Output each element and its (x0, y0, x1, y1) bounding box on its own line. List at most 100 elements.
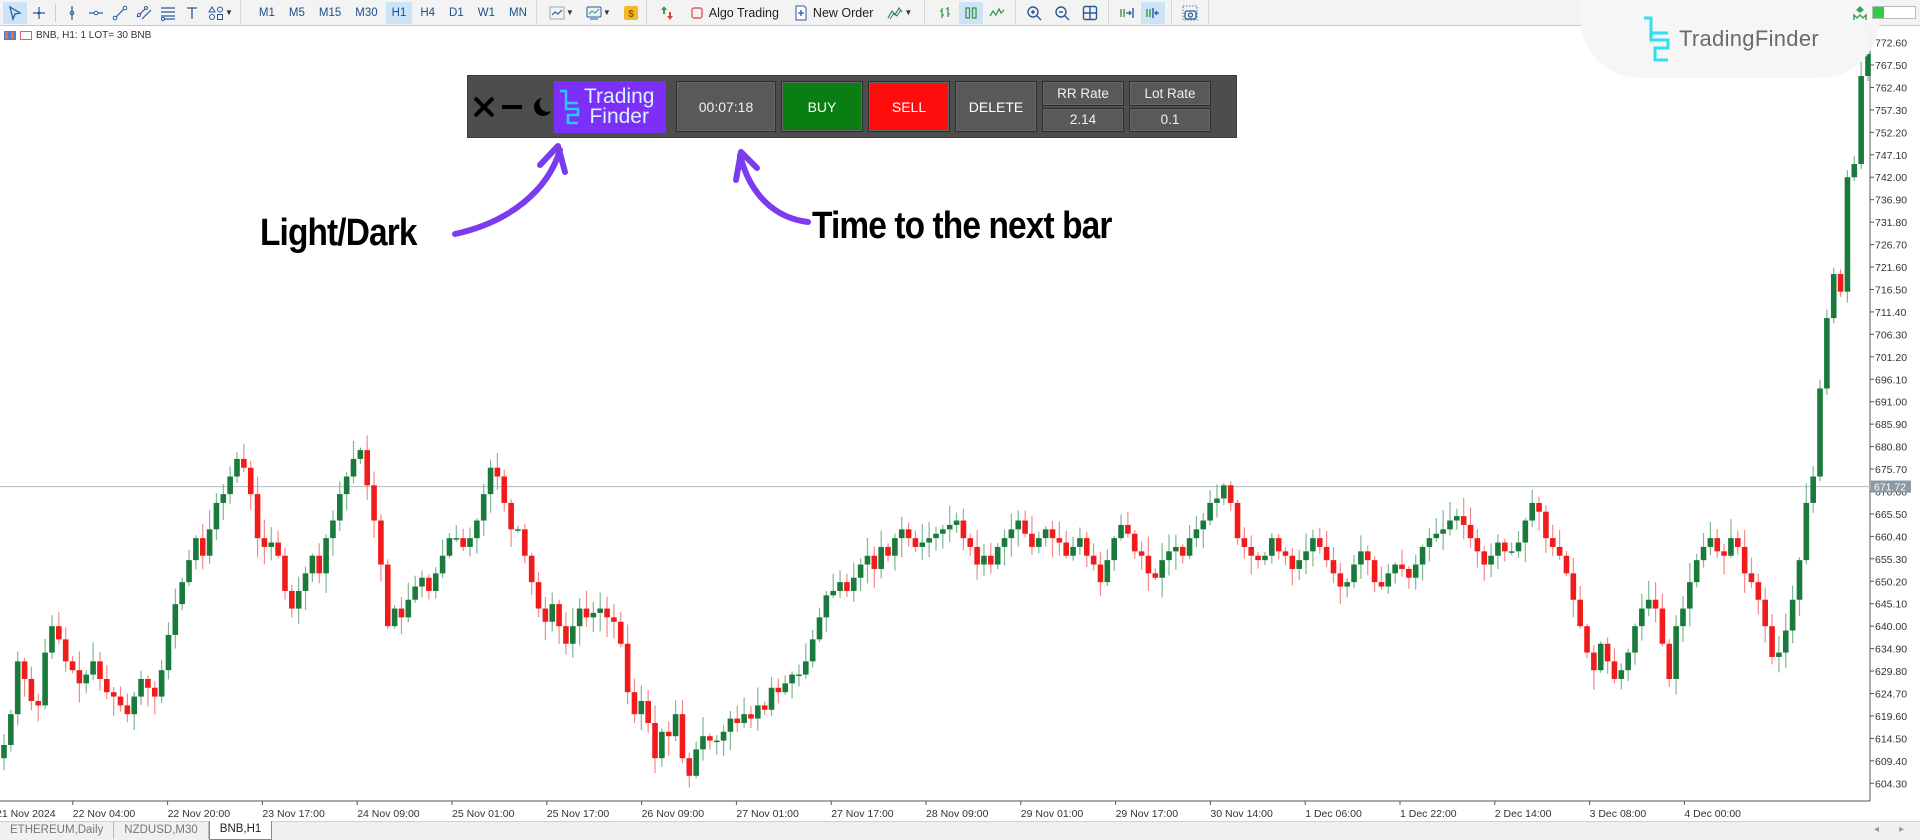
candle-bullish (597, 608, 604, 613)
sell-button[interactable]: SELL (868, 81, 950, 132)
candle-bearish (707, 736, 713, 741)
delete-button[interactable]: DELETE (955, 81, 1037, 132)
indicators-button[interactable]: ▼ (545, 2, 578, 24)
candle-bearish (1248, 546, 1255, 556)
candle-bearish (1762, 599, 1769, 627)
algo-trading-button[interactable]: Algo Trading (685, 2, 783, 24)
candle-bullish (165, 634, 172, 671)
timeframe-h4[interactable]: H4 (414, 2, 441, 24)
scroll-right-button[interactable]: ▸ (1899, 824, 1904, 835)
candlestick-chart-button[interactable] (959, 1, 984, 24)
price-tick-label: 772.60 (1875, 38, 1907, 50)
rr-rate-input[interactable]: 2.14 (1042, 107, 1124, 132)
zoom-in-button[interactable] (1022, 2, 1046, 24)
bar-chart-button[interactable] (933, 2, 957, 24)
time-tick-label: 23 Nov 17:00 (262, 808, 325, 820)
horizontal-line-button[interactable] (84, 2, 108, 24)
price-tick-label: 619.60 (1875, 711, 1907, 723)
timeframe-m15[interactable]: M15 (313, 2, 347, 24)
candle-bullish (1447, 520, 1453, 530)
zoom-group (1016, 0, 1110, 26)
time-tick-label: 22 Nov 04:00 (73, 808, 136, 820)
timeframe-m30[interactable]: M30 (349, 2, 383, 24)
candle-bullish (1001, 538, 1008, 547)
chevron-down-icon: ▼ (225, 8, 233, 17)
timeframe-h1[interactable]: H1 (385, 1, 413, 24)
minimize-panel-button[interactable] (500, 93, 524, 121)
candle-bullish (42, 652, 48, 706)
fibonacci-button[interactable] (156, 2, 180, 24)
timeframe-mn[interactable]: MN (503, 2, 533, 24)
trend-line-button[interactable] (108, 2, 132, 24)
candle-bullish (405, 599, 412, 618)
trading-finder-logo[interactable]: Trading Finder (554, 80, 666, 133)
candle-bullish (1515, 542, 1522, 552)
candle-bullish (515, 529, 521, 531)
svg-text:$: $ (628, 9, 634, 20)
timeframe-m1[interactable]: M1 (253, 2, 281, 24)
price-tick-label: 609.40 (1875, 756, 1907, 768)
candle-bearish (905, 529, 912, 539)
one-click-trading-button[interactable] (655, 2, 679, 24)
lot-rate-input[interactable]: 0.1 (1129, 107, 1211, 132)
vertical-line-button[interactable] (60, 2, 84, 24)
timeframe-d1[interactable]: D1 (443, 2, 470, 24)
time-tick-label: 25 Nov 17:00 (547, 808, 610, 820)
candle-bearish (1666, 643, 1673, 679)
price-tick-label: 711.40 (1875, 307, 1906, 319)
candle-bullish (1625, 652, 1631, 671)
shapes-button[interactable]: ▼ (204, 2, 237, 24)
chart-shift-button[interactable] (1141, 1, 1166, 24)
candle-bullish (1522, 520, 1529, 543)
price-tick-label: 742.00 (1875, 172, 1907, 184)
templates-button[interactable]: ▼ (582, 2, 615, 24)
candle-bearish (645, 700, 651, 723)
line-chart-button[interactable] (985, 2, 1009, 24)
signals-button[interactable]: ▼ (883, 2, 916, 24)
timeframe-m5[interactable]: M5 (283, 2, 311, 24)
price-chart[interactable]: 772.60 767.50 762.40 757.30 752.20 747.10 742.… (0, 28, 1920, 840)
candle-bearish (988, 555, 994, 565)
price-tick-label: 634.90 (1875, 644, 1907, 656)
close-icon (473, 96, 495, 117)
market-button[interactable]: $ (619, 2, 643, 24)
candle-bearish (912, 538, 919, 547)
channel-button[interactable] (132, 2, 156, 24)
candle-bullish (1035, 538, 1042, 547)
crosshair-tool-button[interactable] (27, 2, 51, 24)
candle-bullish (638, 700, 645, 715)
candle-bullish (90, 661, 96, 675)
candle-bearish (289, 590, 295, 609)
price-tick-label: 624.70 (1875, 688, 1907, 700)
tab-bnb-h1[interactable]: BNB,H1 (208, 821, 273, 840)
candle-bearish (1591, 652, 1597, 671)
scroll-left-button[interactable]: ◂ (1874, 824, 1879, 835)
tile-windows-button[interactable] (1078, 2, 1102, 24)
candle-bearish (775, 687, 782, 693)
candle-bearish (97, 661, 103, 679)
candle-bearish (275, 542, 281, 556)
buy-button[interactable]: BUY (781, 81, 863, 132)
candle-bearish (1131, 533, 1138, 552)
candle-bearish (124, 705, 131, 715)
candle-bearish (56, 626, 62, 640)
screenshot-button[interactable] (1178, 2, 1202, 24)
tab-nzdusd-m30[interactable]: NZDUSD,M30 (114, 822, 209, 839)
candle-bullish (878, 546, 884, 569)
candle-bullish (432, 573, 439, 591)
close-panel-button[interactable] (472, 93, 496, 121)
zoom-out-button[interactable] (1050, 2, 1074, 24)
bar-timer: 00:07:18 (676, 81, 776, 132)
price-tick-label: 645.10 (1875, 599, 1907, 611)
chevron-down-icon: ▼ (904, 8, 913, 17)
cursor-tool-button[interactable] (3, 1, 27, 24)
tab-ethereum-daily[interactable]: ETHEREUM,Daily (0, 822, 115, 839)
candle-bullish (1166, 551, 1172, 561)
candle-bearish (1275, 538, 1282, 552)
candle-bullish (193, 538, 199, 561)
theme-toggle-button[interactable] (528, 93, 552, 121)
timeframe-w1[interactable]: W1 (472, 2, 501, 24)
auto-scroll-button[interactable] (1115, 2, 1139, 24)
text-tool-button[interactable] (180, 2, 204, 24)
new-order-button[interactable]: New Order (789, 2, 877, 24)
